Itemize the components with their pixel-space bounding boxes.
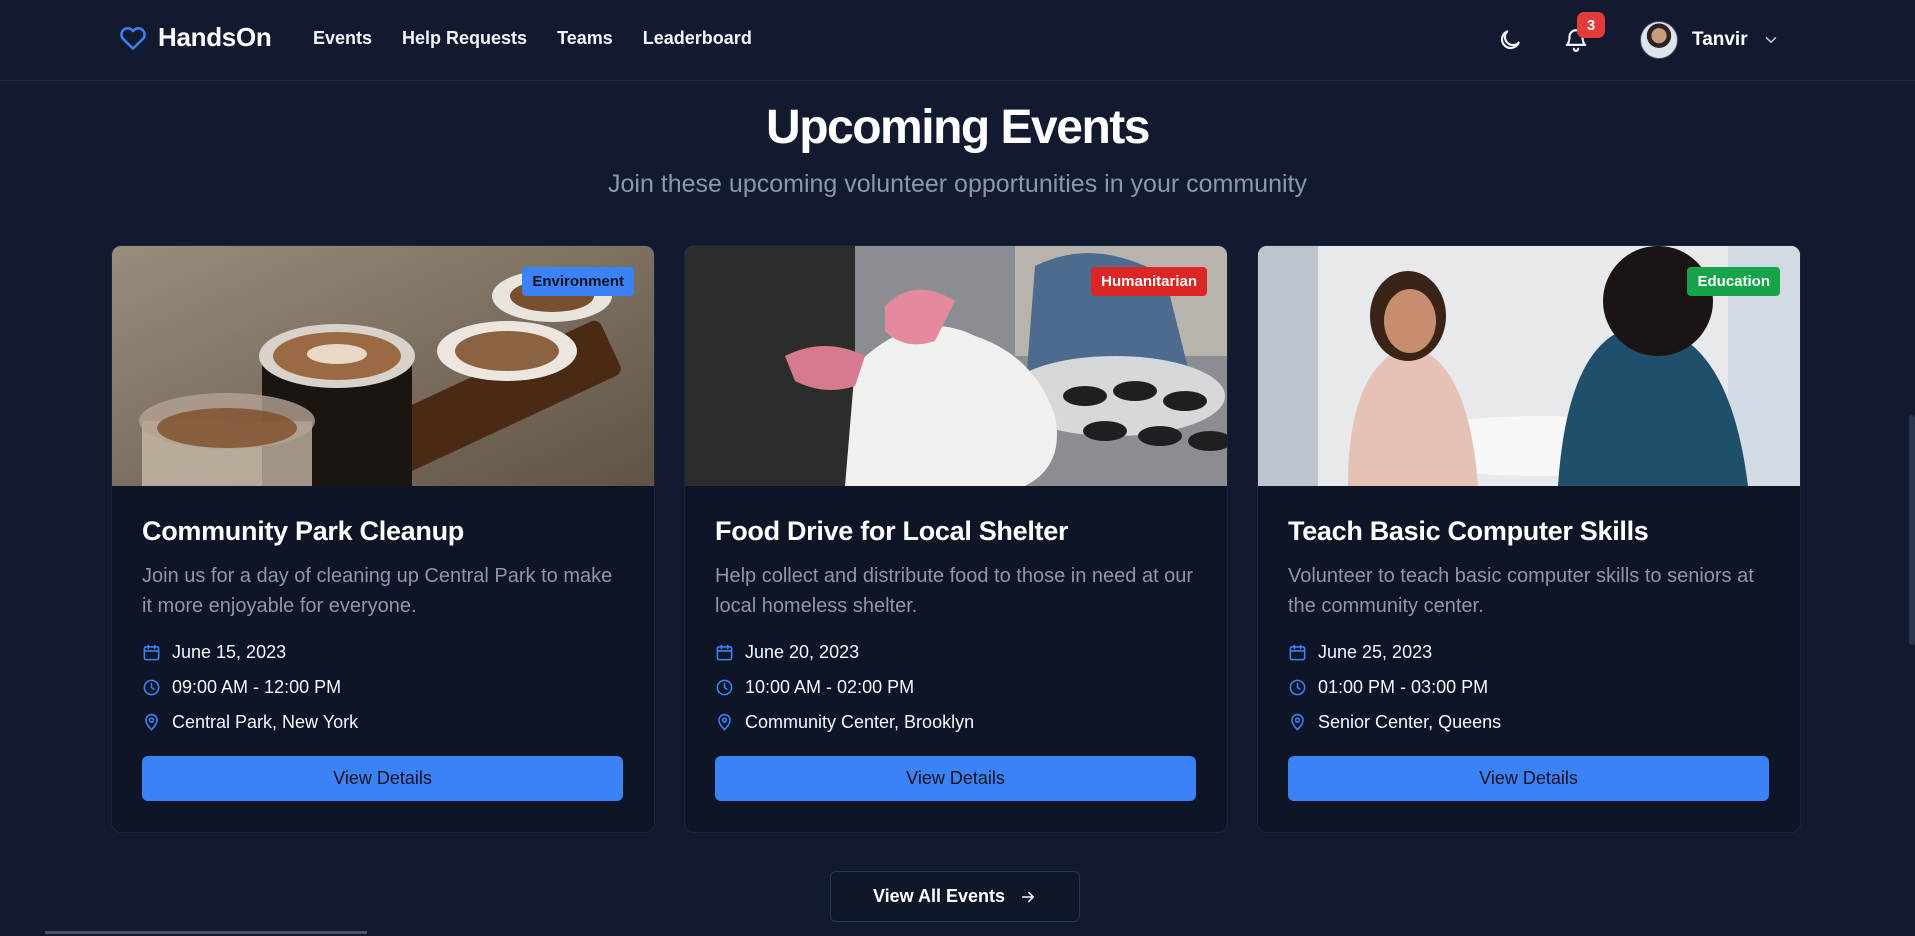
event-card: Environment Community Park Cleanup Join … (111, 245, 655, 833)
view-details-button[interactable]: View Details (142, 756, 623, 801)
event-time-text: 09:00 AM - 12:00 PM (172, 677, 342, 697)
event-date-text: June 20, 2023 (745, 642, 860, 662)
map-pin-icon (718, 713, 731, 731)
event-time: 09:00 AM - 12:00 PM (142, 677, 341, 698)
calendar-icon (716, 644, 733, 661)
event-time: 10:00 AM - 02:00 PM (715, 677, 914, 698)
chevron-down-icon (1765, 37, 1776, 43)
calendar-icon (143, 644, 160, 661)
moon-icon[interactable] (1497, 27, 1523, 53)
page-subtitle: Join these upcoming volunteer opportunit… (608, 170, 1307, 198)
event-location-text: Senior Center, Queens (1318, 712, 1502, 732)
event-description: Help collect and distribute food to thos… (715, 565, 1194, 617)
nav-leaderboard[interactable]: Leaderboard (643, 28, 752, 49)
map-pin-icon (1291, 713, 1304, 731)
event-time-text: 10:00 AM - 02:00 PM (745, 677, 915, 697)
page-title: Upcoming Events (766, 101, 1150, 154)
clock-icon (716, 679, 733, 696)
brand-name: HandsOn (158, 22, 272, 52)
heart-icon (120, 26, 146, 50)
event-location: Senior Center, Queens (1288, 712, 1501, 733)
event-location-text: Central Park, New York (172, 712, 359, 732)
event-location-text: Community Center, Brooklyn (745, 712, 975, 732)
event-date-text: June 25, 2023 (1318, 642, 1433, 662)
event-title: Food Drive for Local Shelter (715, 516, 1069, 546)
view-all-events-label: View All Events (872, 886, 1006, 906)
notification-count-badge: 3 (1577, 12, 1605, 38)
calendar-icon (1289, 644, 1306, 661)
divider (45, 931, 367, 934)
event-date: June 25, 2023 (1288, 642, 1432, 663)
avatar (1640, 21, 1678, 59)
event-date: June 20, 2023 (715, 642, 859, 663)
clock-icon (1289, 679, 1306, 696)
event-card: Education Teach Basic Computer Skills Vo… (1257, 245, 1801, 833)
nav-help-requests[interactable]: Help Requests (402, 28, 527, 49)
event-date: June 15, 2023 (142, 642, 286, 663)
event-description: Volunteer to teach basic computer skills… (1288, 565, 1754, 617)
category-badge: Environment (522, 267, 634, 296)
view-details-button[interactable]: View Details (1288, 756, 1769, 801)
event-card: Humanitarian Food Drive for Local Shelte… (684, 245, 1228, 833)
event-location: Community Center, Brooklyn (715, 712, 974, 733)
scrollbar-thumb[interactable] (1909, 415, 1915, 645)
event-title: Community Park Cleanup (142, 516, 464, 546)
nav-teams[interactable]: Teams (557, 28, 613, 49)
event-time-text: 01:00 PM - 03:00 PM (1318, 677, 1489, 697)
category-badge: Humanitarian (1091, 267, 1207, 296)
top-navbar: HandsOn Events Help Requests Teams Leade… (0, 0, 1915, 81)
event-time: 01:00 PM - 03:00 PM (1288, 677, 1488, 698)
event-title: Teach Basic Computer Skills (1288, 516, 1649, 546)
event-date-text: June 15, 2023 (172, 642, 287, 662)
view-all-events-button[interactable]: View All Events (830, 871, 1080, 922)
map-pin-icon (145, 713, 158, 731)
arrow-right-icon (1022, 891, 1035, 902)
user-name: Tanvir (1692, 29, 1748, 50)
user-menu[interactable]: Tanvir (1640, 21, 1780, 59)
event-description: Join us for a day of cleaning up Central… (142, 565, 613, 617)
nav-events[interactable]: Events (313, 28, 372, 49)
view-details-button[interactable]: View Details (715, 756, 1196, 801)
main-nav: Events Help Requests Teams Leaderboard (313, 28, 752, 49)
brand-logo[interactable]: HandsOn (118, 22, 272, 53)
category-badge: Education (1687, 267, 1780, 296)
clock-icon (143, 679, 160, 696)
event-location: Central Park, New York (142, 712, 358, 733)
